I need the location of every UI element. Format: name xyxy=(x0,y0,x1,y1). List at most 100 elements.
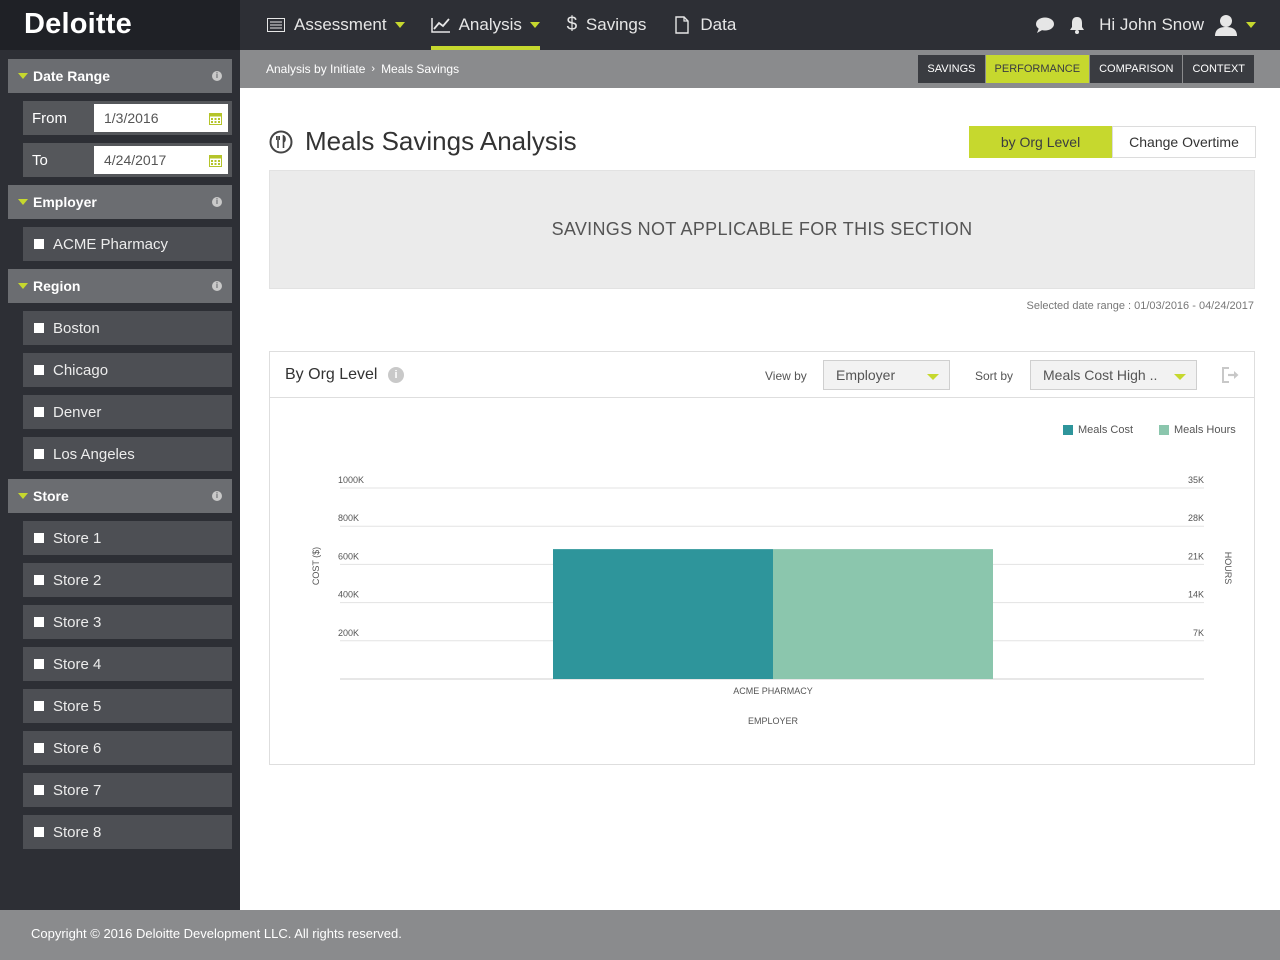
checkbox[interactable] xyxy=(34,323,44,333)
y-tick-label: 200K xyxy=(338,628,359,638)
calendar-icon[interactable] xyxy=(209,112,222,128)
region-option[interactable]: Los Angeles xyxy=(23,437,232,471)
date-to-label: To xyxy=(32,151,48,169)
store-option[interactable]: Store 1 xyxy=(23,521,232,555)
date-from-row: From 1/3/2016 xyxy=(23,101,232,135)
store-option[interactable]: Store 3 xyxy=(23,605,232,639)
section-region[interactable]: Region i xyxy=(8,269,232,303)
line-chart-icon xyxy=(430,15,451,35)
list-icon xyxy=(266,15,286,35)
option-label: Store 7 xyxy=(53,781,102,799)
checkbox[interactable] xyxy=(34,827,44,837)
y-tick-label: 400K xyxy=(338,590,359,600)
breadcrumb-separator-icon: › xyxy=(371,63,376,75)
nav-savings-label: Savings xyxy=(585,15,647,34)
y2-tick-label: 7K xyxy=(1193,628,1204,638)
calendar-icon[interactable] xyxy=(209,154,222,170)
section-employer[interactable]: Employer i xyxy=(8,185,232,219)
employer-option[interactable]: ACME Pharmacy xyxy=(23,227,232,261)
tab-performance[interactable]: PERFORMANCE xyxy=(985,55,1090,83)
main-nav: Assessment Analysis $ Savings Data xyxy=(266,0,762,50)
region-option[interactable]: Denver xyxy=(23,395,232,429)
info-icon[interactable]: i xyxy=(212,491,222,501)
bell-icon[interactable] xyxy=(1069,16,1085,34)
checkbox[interactable] xyxy=(34,407,44,417)
footer: Copyright © 2016 Deloitte Development LL… xyxy=(0,910,1280,960)
option-label: Store 5 xyxy=(53,697,102,715)
brand-logo[interactable]: Deloitte xyxy=(0,0,240,50)
chevron-down-icon xyxy=(529,22,540,28)
tab-context[interactable]: CONTEXT xyxy=(1183,55,1254,83)
y2-tick-label: 14K xyxy=(1188,590,1204,600)
checkbox[interactable] xyxy=(34,575,44,585)
org-level-chart: 200K 7K 400K 14K 600K 21K 800K 28K 1000K 35K ACME … xyxy=(311,475,1233,726)
date-from-input[interactable]: 1/3/2016 xyxy=(92,102,230,134)
caret-down-icon xyxy=(18,73,28,79)
checkbox[interactable] xyxy=(34,533,44,543)
option-label: Store 3 xyxy=(53,613,102,631)
chevron-down-icon[interactable] xyxy=(1246,22,1256,28)
info-icon[interactable]: i xyxy=(212,197,222,207)
option-label: Store 4 xyxy=(53,655,102,673)
store-option[interactable]: Store 5 xyxy=(23,689,232,723)
option-label: ACME Pharmacy xyxy=(53,235,169,253)
date-from-value: 1/3/2016 xyxy=(104,110,159,126)
store-option[interactable]: Store 4 xyxy=(23,647,232,681)
section-date-range[interactable]: Date Range i xyxy=(8,59,232,93)
store-option[interactable]: Store 7 xyxy=(23,773,232,807)
checkbox[interactable] xyxy=(34,365,44,375)
option-label: Boston xyxy=(53,319,100,337)
chevron-down-icon xyxy=(394,22,405,28)
option-label: Store 8 xyxy=(53,823,102,841)
tab-comparison[interactable]: COMPARISON xyxy=(1090,55,1183,83)
option-label: Store 1 xyxy=(53,529,102,547)
info-icon[interactable]: i xyxy=(212,281,222,291)
savings-notice: SAVINGS NOT APPLICABLE FOR THIS SECTION xyxy=(269,170,1255,289)
region-option[interactable]: Boston xyxy=(23,311,232,345)
checkbox[interactable] xyxy=(34,785,44,795)
store-option[interactable]: Store 8 xyxy=(23,815,232,849)
section-title: Store xyxy=(33,488,69,504)
checkbox[interactable] xyxy=(34,701,44,711)
y-axis-label: COST ($) xyxy=(311,547,321,585)
toggle-by-org-level[interactable]: by Org Level xyxy=(969,126,1112,158)
toggle-change-overtime[interactable]: Change Overtime xyxy=(1112,126,1256,158)
caret-down-icon xyxy=(18,493,28,499)
chat-icon[interactable] xyxy=(1035,17,1055,34)
store-option[interactable]: Store 2 xyxy=(23,563,232,597)
nav-analysis-label: Analysis xyxy=(458,15,522,34)
org-level-panel: By Org Level i View by Employer Sort by … xyxy=(269,351,1255,765)
y2-axis-label: HOURS xyxy=(1223,552,1233,585)
user-greeting[interactable]: Hi John Snow xyxy=(1099,15,1204,35)
section-title: Employer xyxy=(33,194,97,210)
nav-assessment[interactable]: Assessment xyxy=(266,0,405,50)
section-store[interactable]: Store i xyxy=(8,479,232,513)
date-to-value: 4/24/2017 xyxy=(104,152,167,168)
x-axis-label: EMPLOYER xyxy=(748,716,799,726)
tab-savings[interactable]: SAVINGS xyxy=(918,55,985,83)
nav-data[interactable]: Data xyxy=(672,0,736,50)
checkbox[interactable] xyxy=(34,659,44,669)
checkbox[interactable] xyxy=(34,239,44,249)
y2-tick-label: 35K xyxy=(1188,475,1204,485)
info-icon[interactable]: i xyxy=(212,71,222,81)
option-label: Chicago xyxy=(53,361,109,379)
bar-meals-hours xyxy=(773,549,993,679)
nav-analysis[interactable]: Analysis xyxy=(430,0,541,50)
y-tick-label: 600K xyxy=(338,551,359,561)
store-option[interactable]: Store 6 xyxy=(23,731,232,765)
checkbox[interactable] xyxy=(34,743,44,753)
top-bar: Deloitte Assessment Analysis $ Savings D… xyxy=(0,0,1280,50)
checkbox[interactable] xyxy=(34,617,44,627)
section-title: Date Range xyxy=(33,68,111,84)
option-label: Store 6 xyxy=(53,739,102,757)
user-avatar-icon[interactable] xyxy=(1214,14,1238,36)
region-option[interactable]: Chicago xyxy=(23,353,232,387)
bar-meals-cost xyxy=(553,549,773,679)
date-to-input[interactable]: 4/24/2017 xyxy=(92,144,230,176)
nav-savings[interactable]: $ Savings xyxy=(566,0,647,50)
breadcrumb-parent[interactable]: Analysis by Initiate xyxy=(266,62,365,76)
user-area: Hi John Snow xyxy=(1035,0,1256,50)
view-toggle: by Org Level Change Overtime xyxy=(969,126,1256,158)
checkbox[interactable] xyxy=(34,449,44,459)
